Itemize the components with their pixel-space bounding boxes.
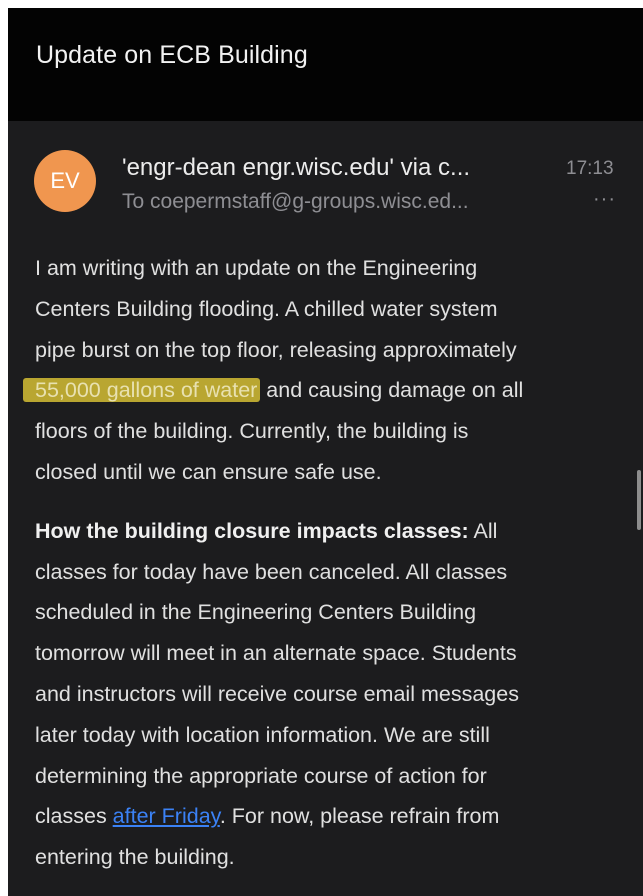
body-line: scheduled in the Engineering Centers Bui… [35, 600, 477, 625]
scrollbar-thumb[interactable] [637, 470, 641, 530]
body-text-segment: classes [35, 804, 113, 829]
body-line: floors of the building. Currently, the b… [35, 419, 469, 444]
after-friday-link[interactable]: after Friday [113, 804, 220, 828]
body-line: closed until we can ensure safe use. [35, 459, 382, 484]
body-line: classes after Friday. For now, please re… [35, 796, 625, 837]
body-line: and instructors will receive course emai… [35, 681, 519, 706]
body-line: I am writing with an update on the Engin… [35, 256, 478, 280]
body-paragraph: I am writing with an update on the Engin… [23, 248, 625, 493]
sender-name[interactable]: 'engr-dean engr.wisc.edu' via c... [122, 154, 470, 182]
more-options-icon[interactable]: ··· [593, 188, 616, 211]
email-screen: Update on ECB Building EV 'engr-dean eng… [8, 8, 643, 896]
email-header: Update on ECB Building [8, 8, 643, 121]
body-paragraph: How the building closure impacts classes… [35, 511, 625, 878]
body-line: 55,000 gallons of water and causing dama… [23, 370, 625, 411]
sender-avatar[interactable]: EV [34, 150, 96, 212]
body-line: tomorrow will meet in an alternate space… [35, 641, 517, 666]
body-line: entering the building. [35, 845, 235, 870]
body-text-segment: . For now, please refrain from [219, 804, 500, 829]
section-heading: How the building closure impacts classes… [35, 518, 469, 543]
avatar-initials: EV [50, 168, 80, 193]
body-line: determining the appropriate course of ac… [35, 763, 487, 788]
body-line: Centers Building flooding. A chilled wat… [35, 296, 498, 321]
recipient-line[interactable]: To coepermstaff@g-groups.wisc.ed... [122, 190, 469, 214]
body-line: classes for today have been canceled. Al… [35, 559, 508, 584]
email-body: I am writing with an update on the Engin… [23, 248, 625, 878]
body-line: later today with location information. W… [35, 722, 490, 747]
highlighted-text: 55,000 gallons of water [23, 378, 261, 403]
email-subject: Update on ECB Building [36, 41, 308, 69]
body-line: pipe burst on the top floor, releasing a… [35, 337, 517, 362]
message-time: 17:13 [566, 158, 614, 179]
body-text-segment: All [468, 518, 498, 543]
body-line: How the building closure impacts classes… [35, 511, 625, 552]
body-text-segment: and causing damage on all [260, 378, 524, 403]
